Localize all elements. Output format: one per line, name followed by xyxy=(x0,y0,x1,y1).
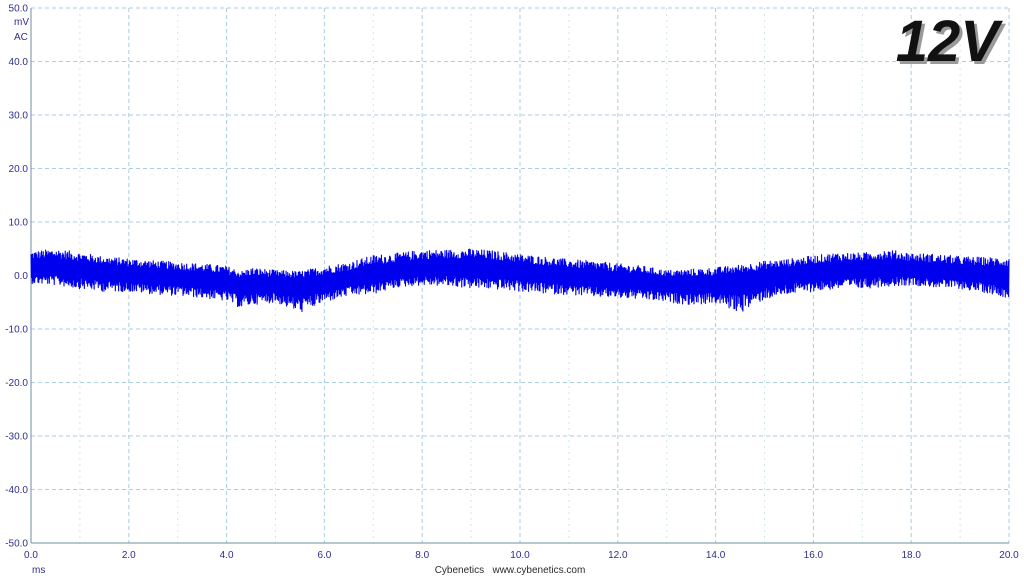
y-tick-label: 20.0 xyxy=(9,164,29,175)
x-tick-label: 0.0 xyxy=(24,550,38,561)
y-tick-label: -40.0 xyxy=(5,485,28,496)
x-tick-label: 8.0 xyxy=(415,550,429,561)
y-tick-label: -20.0 xyxy=(5,378,28,389)
y-tick-label: 50.0 xyxy=(9,4,29,15)
x-tick-label: 6.0 xyxy=(317,550,331,561)
y-tick-label: 10.0 xyxy=(9,218,29,229)
x-tick-label: 12.0 xyxy=(608,550,628,561)
x-tick-label: 10.0 xyxy=(510,550,530,561)
footer-credit: Cybenetics www.cybenetics.com xyxy=(435,565,586,576)
scope-chart: 50.0 40.0 30.0 20.0 10.0 0.0 -10.0 -20.0 -30.0 -4… xyxy=(5,4,1019,576)
y-tick-label: 0.0 xyxy=(14,271,28,282)
y-tick-label: -10.0 xyxy=(5,325,28,336)
y-tick-label: -30.0 xyxy=(5,432,28,443)
x-tick-label: 4.0 xyxy=(220,550,234,561)
x-tick-label: 20.0 xyxy=(999,550,1019,561)
coupling-label: AC xyxy=(14,32,28,43)
y-tick-label: 40.0 xyxy=(9,57,29,68)
x-unit-label: ms xyxy=(32,565,45,576)
x-tick-label: 2.0 xyxy=(122,550,136,561)
x-tick-label: 14.0 xyxy=(706,550,726,561)
y-tick-label: 30.0 xyxy=(9,111,29,122)
x-tick-label: 16.0 xyxy=(804,550,824,561)
x-tick-labels: 0.0 2.0 4.0 6.0 8.0 10.0 12.0 14.0 16.0 18.0 20.0 xyxy=(24,550,1019,561)
y-unit-label: mV xyxy=(14,17,29,28)
rail-title: 12V xyxy=(896,9,1004,74)
y-tick-label: -50.0 xyxy=(5,539,28,550)
y-tick-labels: 50.0 40.0 30.0 20.0 10.0 0.0 -10.0 -20.0 -30.0 -4… xyxy=(5,4,28,550)
x-tick-label: 18.0 xyxy=(901,550,921,561)
